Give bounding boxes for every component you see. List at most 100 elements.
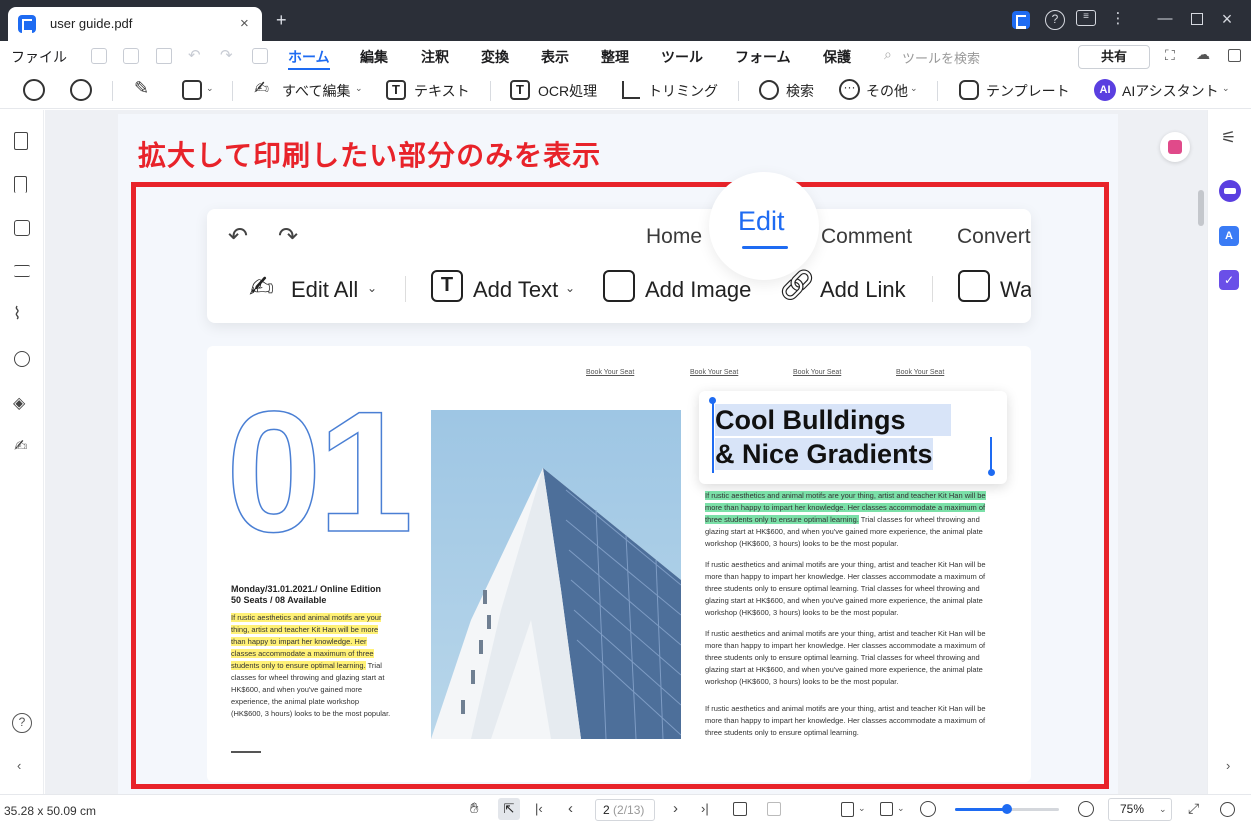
zoom-in-status-icon[interactable]	[1078, 801, 1094, 817]
save-as-icon[interactable]	[123, 48, 139, 64]
signature-icon[interactable]: ✍	[14, 436, 27, 456]
vertical-scrollbar[interactable]	[1198, 190, 1204, 226]
comment-icon[interactable]	[14, 220, 30, 236]
collapse-left-icon[interactable]: ‹	[17, 758, 21, 773]
page-thumbnails-icon[interactable]	[14, 132, 28, 150]
crop-icon[interactable]	[622, 81, 640, 99]
menu-edit[interactable]: 編集	[360, 47, 388, 67]
attachment-icon[interactable]: ⌇	[13, 304, 21, 324]
prev-page-icon[interactable]: ‹	[568, 800, 573, 817]
chevron-down-icon[interactable]: ⌄	[897, 803, 905, 814]
minimize-icon[interactable]: —	[1155, 9, 1175, 29]
zoom-out-icon[interactable]	[23, 79, 45, 101]
text-button[interactable]: テキスト	[414, 81, 470, 101]
toolbar-divider	[738, 81, 739, 101]
ai-robot-icon[interactable]	[1219, 180, 1241, 202]
document-tab[interactable]: user guide.pdf ×	[8, 7, 262, 41]
menu-home[interactable]: ホーム	[288, 47, 330, 67]
menu-form[interactable]: フォーム	[735, 47, 791, 67]
selection-handle-right[interactable]	[990, 437, 992, 473]
chevron-down-icon[interactable]: ⌄	[355, 83, 363, 94]
maximize-icon[interactable]	[1191, 13, 1203, 25]
menu-convert[interactable]: 変換	[481, 47, 509, 67]
close-window-icon[interactable]: ×	[1217, 9, 1237, 29]
scroll-mode-icon[interactable]	[880, 802, 893, 816]
zoom-select[interactable]: 75% ⌄	[1108, 798, 1172, 821]
chevron-down-icon[interactable]: ⌄	[206, 83, 214, 94]
text-icon[interactable]: T	[386, 80, 406, 100]
zoom-out-status-icon[interactable]	[920, 801, 936, 817]
hand-tool-icon[interactable]: ✋︎	[470, 800, 479, 817]
chevron-down-icon[interactable]: ⌄	[1222, 83, 1230, 94]
tool-search-input[interactable]: ツールを検索	[902, 48, 980, 67]
menu-organize[interactable]: 整理	[601, 47, 629, 67]
more-icon[interactable]: ···	[839, 79, 860, 100]
menu-annotate[interactable]: 注釈	[421, 47, 449, 67]
ocr-icon[interactable]: T	[510, 80, 530, 100]
collapse-ribbon-icon[interactable]	[1228, 49, 1241, 62]
bookmark-icon[interactable]	[14, 176, 27, 193]
ai-float-button[interactable]	[1160, 132, 1190, 162]
collapse-status-icon[interactable]	[1220, 802, 1235, 817]
template-button[interactable]: テンプレート	[986, 81, 1070, 101]
share-button[interactable]: 共有	[1078, 45, 1150, 69]
zoom-slider[interactable]	[955, 804, 1059, 814]
more-button[interactable]: その他	[866, 81, 908, 101]
print-icon[interactable]	[156, 48, 172, 64]
selection-handle-left[interactable]	[712, 401, 714, 473]
undo-icon[interactable]: ↶	[188, 46, 201, 64]
ai-icon[interactable]: AI	[1094, 79, 1116, 101]
menu-protect[interactable]: 保護	[823, 47, 851, 67]
chevron-down-icon[interactable]: ⌄	[858, 803, 866, 814]
chevron-down-icon[interactable]: ⌄	[910, 83, 918, 94]
first-page-icon[interactable]: |‹	[535, 801, 543, 816]
highlighter-icon[interactable]: ✎	[134, 78, 149, 99]
rotate-icon[interactable]	[733, 802, 747, 816]
edit-all-icon[interactable]: ✍	[254, 78, 269, 99]
help-icon[interactable]: ?	[1045, 10, 1065, 30]
page-number-input[interactable]: 2 (2/13)	[595, 799, 655, 821]
mail-icon[interactable]	[252, 48, 268, 64]
tab-close-icon[interactable]: ×	[240, 15, 249, 32]
more-vertical-icon[interactable]: ⋮	[1108, 9, 1128, 29]
menu-tools[interactable]: ツール	[661, 47, 703, 67]
layers-list-icon[interactable]	[14, 265, 30, 277]
search-button[interactable]: 検索	[786, 81, 814, 101]
edit-all-button[interactable]: すべて編集	[282, 81, 350, 101]
fit-page-icon[interactable]	[767, 802, 781, 816]
zoom-slider-handle[interactable]	[1002, 804, 1012, 814]
shape-icon[interactable]	[182, 80, 202, 100]
properties-icon[interactable]: ⚟	[1221, 128, 1236, 148]
help-sidebar-icon[interactable]: ?	[12, 713, 32, 733]
menu-view[interactable]: 表示	[541, 47, 569, 67]
cloud-upload-icon[interactable]: ☁	[1196, 46, 1210, 63]
mock-tab-edit: Edit	[738, 206, 785, 236]
ocr-button[interactable]: OCR処理	[538, 81, 597, 101]
new-tab-button[interactable]: +	[276, 10, 287, 31]
collapse-right-icon[interactable]: ›	[1226, 758, 1230, 773]
crop-button[interactable]: トリミング	[648, 81, 718, 101]
checklist-icon[interactable]: ✓	[1219, 270, 1239, 290]
ai-assistant-button[interactable]: AIアシスタント	[1122, 81, 1219, 101]
redo-icon[interactable]: ↷	[220, 46, 233, 64]
layers-icon[interactable]: ◈	[13, 393, 25, 413]
search-sidebar-icon[interactable]	[14, 351, 30, 367]
zoom-in-icon[interactable]	[70, 79, 92, 101]
next-page-icon[interactable]: ›	[673, 800, 678, 817]
template-icon[interactable]	[959, 80, 979, 100]
search-tool-icon[interactable]	[759, 80, 779, 100]
last-page-icon[interactable]: ›|	[701, 801, 709, 816]
save-icon[interactable]	[91, 48, 107, 64]
page-display-icon[interactable]	[841, 802, 854, 817]
menu-file[interactable]: ファイル	[11, 47, 67, 67]
selection-handle-dot[interactable]	[988, 469, 995, 476]
selection-handle-dot[interactable]	[709, 397, 716, 404]
feedback-icon[interactable]: ≡	[1076, 10, 1096, 26]
mock-add-link-label: Add Link	[820, 277, 906, 302]
org-chart-icon[interactable]: ⛶	[1165, 47, 1175, 64]
account-logo-icon[interactable]	[1012, 11, 1030, 29]
book-seat-link: Book Your Seat	[586, 369, 635, 376]
fullscreen-icon[interactable]: ⤢	[1188, 800, 1199, 817]
translate-icon[interactable]: A	[1219, 226, 1239, 246]
select-tool-icon[interactable]: ⇱	[498, 798, 520, 820]
